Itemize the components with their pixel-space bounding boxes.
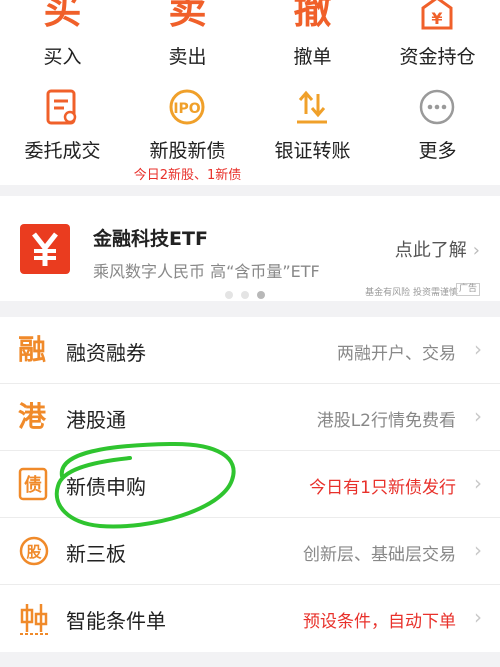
list-item-label: 新三板 [66, 542, 126, 566]
cancel-order-button[interactable]: 撤 撤单 [250, 0, 375, 80]
carousel-dot[interactable] [225, 291, 233, 299]
bank-transfer-icon [297, 90, 327, 124]
cancel-order-icon: 撤 [293, 0, 332, 32]
list-item-label: 智能条件单 [66, 609, 166, 633]
more-icon [419, 89, 455, 125]
orders-icon [46, 89, 77, 125]
chevron-right-icon: › [474, 404, 482, 428]
orders-button[interactable]: 委托成交 [0, 88, 125, 183]
banner-title: 金融科技ETF [93, 228, 208, 250]
hk-connect-icon: 港 [18, 400, 47, 433]
list-item-neeq[interactable]: 股 新三板 创新层、基础层交易 › [0, 518, 500, 585]
chevron-right-icon: › [474, 605, 482, 629]
list-item-desc: 港股L2行情免费看 [316, 411, 456, 431]
list-item-smart-order[interactable]: 智能条件单 预设条件，自动下单 › [0, 585, 500, 652]
buy-icon: 买 [43, 0, 82, 32]
buy-button[interactable]: 买 买入 [0, 0, 125, 80]
sell-button[interactable]: 卖 卖出 [125, 0, 250, 80]
quick-actions-grid: 买 买入 卖 卖出 撤 撤单 ¥ 资金持仓 委托成交 IPO 新股新债 今日2新… [0, 0, 500, 185]
ad-badge: 广告 [455, 283, 480, 296]
more-button[interactable]: 更多 [375, 88, 500, 183]
carousel-indicator [225, 284, 273, 303]
bank-transfer-button[interactable]: 银证转账 [250, 88, 375, 183]
list-item-margin-trading[interactable]: 融 融资融券 两融开户、交易 › [0, 317, 500, 384]
list-item-label: 新债申购 [66, 475, 146, 499]
list-item-desc: 今日有1只新债发行 [309, 478, 456, 498]
svg-text:股: 股 [26, 543, 42, 561]
more-label: 更多 [418, 140, 457, 162]
carousel-dot[interactable] [241, 291, 249, 299]
learn-more-label: 点此了解 [394, 240, 467, 261]
list-item-desc: 创新层、基础层交易 [303, 545, 456, 565]
yuan-logo-icon [20, 224, 70, 274]
bottom-spacer [0, 652, 500, 667]
chevron-right-icon: › [474, 538, 482, 562]
learn-more-link[interactable]: 点此了解 › [395, 236, 480, 262]
carousel-dot-active[interactable] [257, 291, 265, 299]
buy-label: 买入 [43, 46, 82, 68]
bank-transfer-label: 银证转账 [274, 140, 351, 162]
svg-text:¥: ¥ [431, 9, 442, 28]
neeq-icon: 股 [19, 536, 49, 566]
funds-holdings-label: 资金持仓 [399, 46, 476, 68]
list-item-hk-connect[interactable]: 港 港股通 港股L2行情免费看 › [0, 384, 500, 451]
banner-subtitle: 乘风数字人民币 高“含币量”ETF [93, 262, 320, 281]
svg-text:IPO: IPO [173, 101, 200, 117]
ipo-label: 新股新债 [149, 140, 226, 162]
services-list: 融 融资融券 两融开户、交易 › 港 港股通 港股L2行情免费看 › 债 新债申… [0, 317, 500, 652]
orders-label: 委托成交 [24, 140, 101, 162]
fintech-etf-banner[interactable]: 金融科技ETF 乘风数字人民币 高“含币量”ETF 点此了解 › 基金有风险 投资… [0, 196, 500, 301]
funds-holdings-button[interactable]: ¥ 资金持仓 [375, 0, 500, 80]
ipo-icon: IPO [169, 89, 205, 125]
list-item-bond-subscription[interactable]: 债 新债申购 今日有1只新债发行 › [0, 451, 500, 518]
chevron-right-icon: › [474, 471, 482, 495]
margin-trading-icon: 融 [18, 333, 47, 366]
ipo-button[interactable]: IPO 新股新债 今日2新股、1新债 [125, 88, 250, 183]
ipo-today-note: 今日2新股、1新债 [133, 168, 242, 183]
chevron-right-icon: › [472, 240, 480, 261]
list-item-desc: 两融开户、交易 [337, 344, 456, 364]
list-item-label: 融资融券 [66, 341, 146, 365]
smart-order-icon [20, 604, 48, 635]
list-item-label: 港股通 [66, 408, 126, 432]
risk-disclaimer: 基金有风险 投资需谨慎 [365, 288, 458, 298]
svg-text:债: 债 [24, 474, 42, 496]
sell-label: 卖出 [168, 46, 207, 68]
list-item-desc: 预设条件，自动下单 [303, 612, 456, 632]
sell-icon: 卖 [168, 0, 207, 32]
chevron-right-icon: › [474, 337, 482, 361]
cancel-order-label: 撤单 [293, 46, 332, 68]
funds-holdings-icon: ¥ [421, 0, 453, 30]
bond-subscription-icon: 债 [18, 467, 48, 501]
